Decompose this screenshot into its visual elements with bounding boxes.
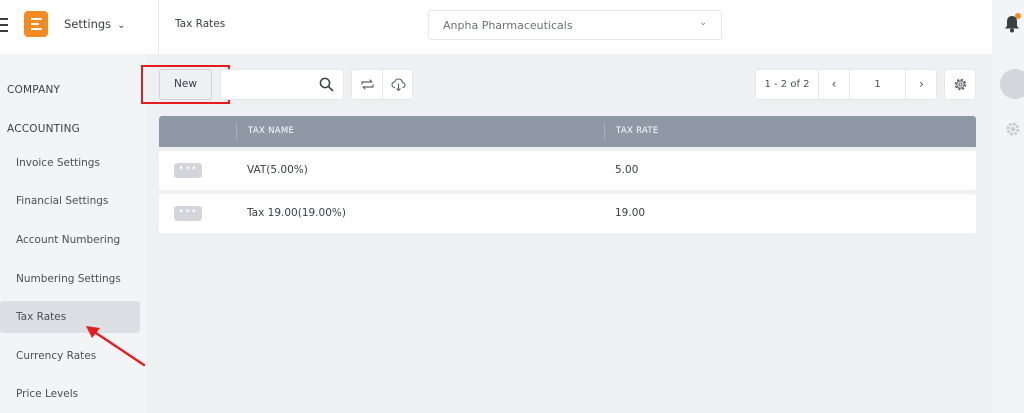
divider xyxy=(158,0,159,54)
row-actions-button[interactable]: ••• xyxy=(174,163,202,178)
gear-icon xyxy=(954,78,967,91)
tax-name-cell: VAT(5.00%) xyxy=(247,164,308,176)
sidebar-item-financial-settings[interactable]: Financial Settings xyxy=(0,185,140,217)
tax-rate-cell: 5.00 xyxy=(615,164,639,176)
table-settings-button[interactable] xyxy=(944,69,976,100)
page-number-input[interactable]: 1 xyxy=(850,70,906,99)
sidebar-item-numbering-settings[interactable]: Numbering Settings xyxy=(0,263,140,295)
sidebar-item-price-levels[interactable]: Price Levels xyxy=(0,378,140,410)
company-select[interactable]: Anpha Pharmaceuticals ⌄ xyxy=(428,10,722,40)
pagination-range: 1 - 2 of 2 xyxy=(756,70,819,99)
sidebar-section-accounting[interactable]: ACCOUNTING xyxy=(7,123,80,135)
menu-icon[interactable] xyxy=(0,18,8,32)
column-header-tax-rate[interactable]: TAX RATE xyxy=(616,126,659,136)
sidebar-section-company[interactable]: COMPANY xyxy=(7,84,60,96)
notification-dot xyxy=(1015,13,1021,19)
pagination: 1 - 2 of 2 ‹ 1 › xyxy=(755,69,937,100)
chevron-down-icon: ⌄ xyxy=(117,20,126,31)
chevron-down-icon: ⌄ xyxy=(699,18,707,28)
cloud-download-icon xyxy=(391,78,406,92)
toolbar-actions xyxy=(351,69,413,100)
column-divider xyxy=(604,123,605,140)
column-header-tax-name[interactable]: TAX NAME xyxy=(248,126,294,136)
table-header: TAX NAME TAX RATE xyxy=(159,116,976,147)
search-field[interactable] xyxy=(220,69,344,100)
top-bar: Settings ⌄ Tax Rates Anpha Pharmaceutical… xyxy=(0,0,992,54)
search-input[interactable] xyxy=(227,76,313,94)
gear-icon[interactable] xyxy=(1005,121,1021,141)
sidebar-item-invoice-settings[interactable]: Invoice Settings xyxy=(0,147,140,179)
sync-icon xyxy=(361,79,374,90)
download-button[interactable] xyxy=(383,70,414,99)
next-page-button[interactable]: › xyxy=(906,70,937,99)
bell-icon[interactable] xyxy=(1004,13,1021,33)
previous-page-button[interactable]: ‹ xyxy=(819,70,850,99)
company-select-value: Anpha Pharmaceuticals xyxy=(443,19,573,32)
sync-button[interactable] xyxy=(352,70,383,99)
app-switcher-label: Settings xyxy=(64,17,112,31)
row-actions-button[interactable]: ••• xyxy=(174,206,202,221)
main-content xyxy=(146,54,992,413)
page-title: Tax Rates xyxy=(175,18,226,30)
column-divider xyxy=(236,123,237,140)
table-row[interactable]: ••• VAT(5.00%) 5.00 xyxy=(159,151,976,190)
sidebar-item-account-numbering[interactable]: Account Numbering xyxy=(0,224,140,256)
app-logo[interactable] xyxy=(24,11,48,37)
tax-name-cell: Tax 19.00(19.00%) xyxy=(247,207,346,219)
highlight-annotation xyxy=(141,65,230,104)
search-icon[interactable] xyxy=(319,77,334,96)
tax-rate-cell: 19.00 xyxy=(615,207,646,219)
right-rail xyxy=(992,0,1024,413)
annotation-arrow xyxy=(86,326,146,367)
avatar[interactable] xyxy=(1000,69,1024,99)
table-row[interactable]: ••• Tax 19.00(19.00%) 19.00 xyxy=(159,194,976,233)
app-switcher[interactable]: Settings ⌄ xyxy=(64,17,126,31)
